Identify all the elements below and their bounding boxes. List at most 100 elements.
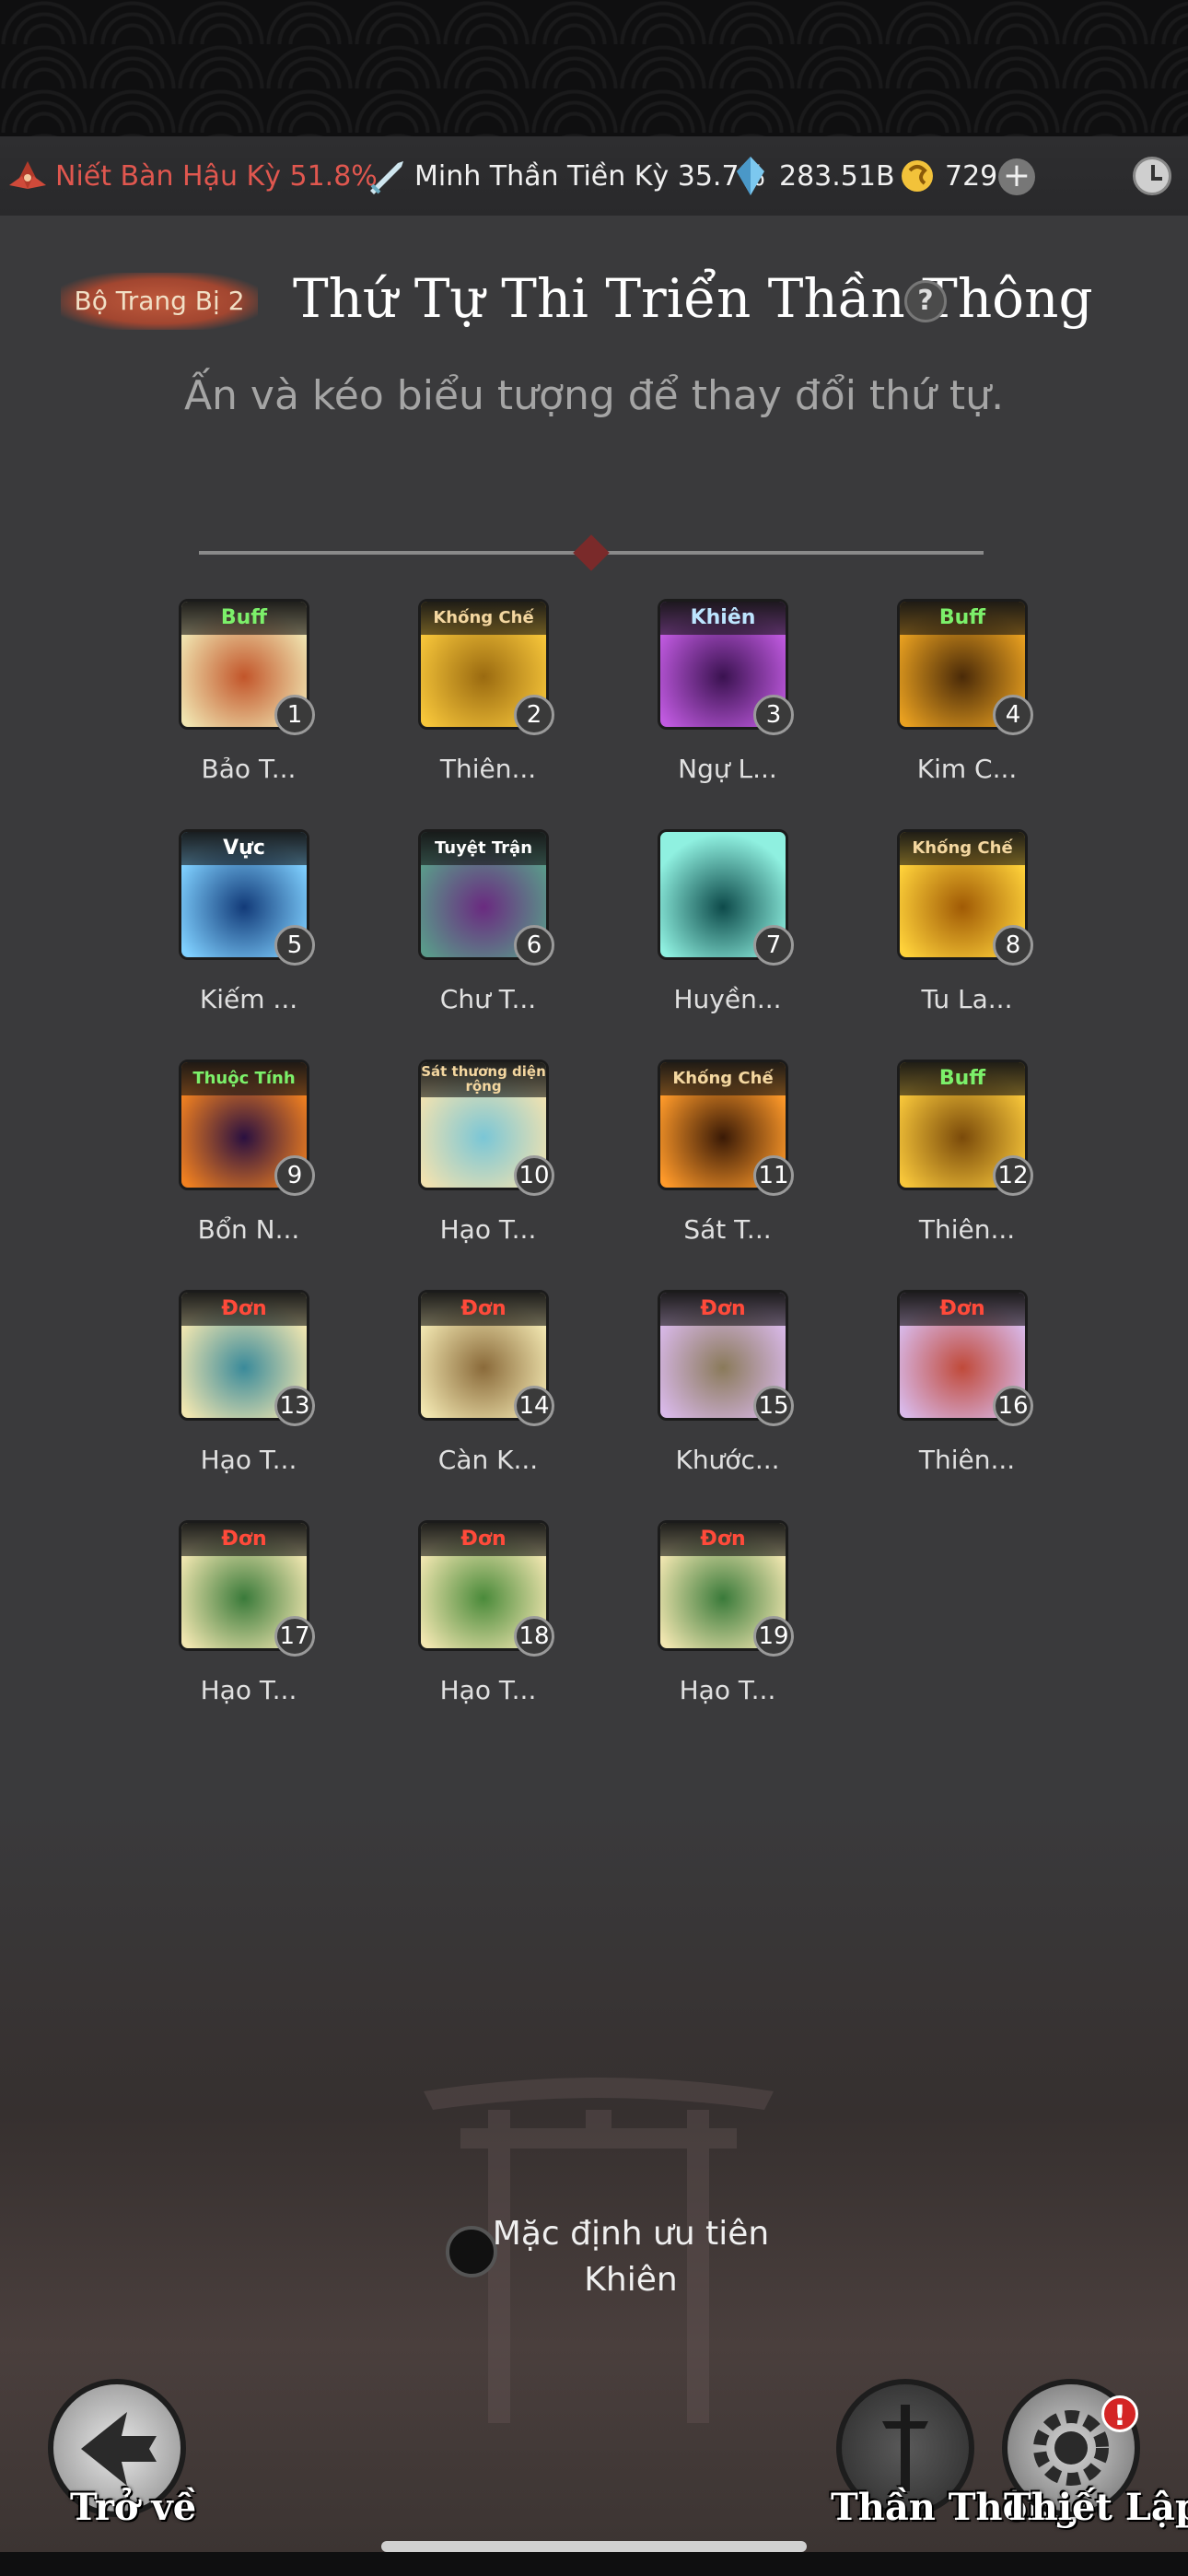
skill-slot[interactable]: Tuyệt Trận 6 Chư T... — [396, 822, 554, 1015]
skill-slot[interactable]: Đơn 15 Khước... — [635, 1282, 794, 1476]
skill-slot[interactable]: Buff 1 Bảo T... — [157, 591, 315, 785]
skill-name: Hạo T... — [679, 1675, 776, 1705]
skill-name: Khước... — [675, 1445, 780, 1475]
crystal-icon — [737, 157, 764, 195]
skill-slot[interactable]: Khống Chế 11 Sát T... — [635, 1052, 794, 1246]
skill-name: Ngự L... — [678, 754, 777, 784]
skill-slot[interactable]: Đơn 19 Hạo T... — [635, 1513, 794, 1706]
skill-type-tag: Đơn — [900, 1293, 1025, 1326]
skill-slot[interactable]: 7 Huyền... — [635, 822, 794, 1015]
skill-slot[interactable]: Khiên 3 Ngự L... — [635, 591, 794, 785]
clock-icon[interactable] — [1133, 157, 1171, 195]
coin-amount: 729 — [945, 159, 998, 193]
skill-name: Càn K... — [437, 1445, 539, 1475]
realm-secondary[interactable]: Minh Thần Tiền Kỳ 35.7% — [367, 158, 765, 194]
skill-type-tag: Vực — [181, 832, 307, 865]
skill-name: Tu La... — [921, 984, 1013, 1014]
skill-order-number: 18 — [514, 1616, 554, 1657]
skill-name: Bổn N... — [197, 1214, 300, 1245]
divider-ornament — [573, 534, 610, 571]
skill-type-tag: Đơn — [181, 1523, 307, 1556]
lotus-icon — [9, 161, 46, 189]
skill-type-tag: Đơn — [660, 1523, 786, 1556]
skill-slot[interactable]: Buff 12 Thiên... — [875, 1052, 1033, 1246]
skill-name: Thiên... — [918, 1214, 1016, 1245]
skill-order-number: 1 — [274, 695, 315, 735]
page-title: Thứ Tự Thi Triển Thần Thông — [293, 267, 1093, 330]
section-divider — [199, 534, 984, 571]
skill-name: Chư T... — [439, 984, 537, 1014]
skill-order-number: 15 — [753, 1386, 794, 1426]
skill-order-number: 8 — [993, 925, 1033, 966]
skill-order-number: 17 — [274, 1616, 315, 1657]
skill-name: Hạo T... — [439, 1214, 537, 1245]
skill-order-number: 10 — [514, 1155, 554, 1196]
skill-type-tag: Sát thương diện rộng — [421, 1062, 546, 1097]
skill-name: Hạo T... — [200, 1445, 297, 1475]
skill-slot[interactable]: Khống Chế 8 Tu La... — [875, 822, 1033, 1015]
spirit-coin-icon — [902, 160, 933, 192]
skill-slot[interactable]: Đơn 18 Hạo T... — [396, 1513, 554, 1706]
resource-bar: Niết Bàn Hậu Kỳ 51.8% Minh Thần Tiền Kỳ … — [0, 136, 1188, 216]
coin-counter[interactable]: 729 — [899, 158, 997, 194]
skill-type-tag: Khiên — [660, 602, 786, 635]
skill-order-number: 2 — [514, 695, 554, 735]
skill-name: Kim C... — [916, 754, 1018, 784]
skill-name: Thiên... — [439, 754, 537, 784]
skill-order-number: 3 — [753, 695, 794, 735]
skill-type-tag: Buff — [900, 602, 1025, 635]
skill-slot[interactable]: Đơn 13 Hạo T... — [157, 1282, 315, 1476]
skill-type-tag: Khống Chế — [660, 1062, 786, 1095]
skill-order-number: 6 — [514, 925, 554, 966]
skill-order-number: 9 — [274, 1155, 315, 1196]
skill-type-tag: Đơn — [421, 1293, 546, 1326]
equip-set-badge[interactable]: Bộ Trang Bị 2 — [61, 273, 258, 330]
skill-type-tag: Tuyệt Trận — [421, 832, 546, 865]
skill-type-tag: Đơn — [421, 1523, 546, 1556]
skill-name: Bảo T... — [201, 754, 297, 784]
default-priority-line1: Mặc định ưu tiên — [492, 2215, 770, 2253]
skill-type-tag: Khống Chế — [900, 832, 1025, 865]
bottom-strip — [0, 2552, 1188, 2576]
skill-slot[interactable]: Khống Chế 2 Thiên... — [396, 591, 554, 785]
skill-order-number: 7 — [753, 925, 794, 966]
skill-type-tag: Đơn — [660, 1293, 786, 1326]
skill-order-number: 12 — [993, 1155, 1033, 1196]
default-priority-line2: Khiên — [584, 2261, 678, 2299]
skill-slot[interactable]: Sát thương diện rộng 10 Hạo T... — [396, 1052, 554, 1246]
gem-counter[interactable]: 283.51B — [733, 155, 895, 197]
skill-type-tag: Khống Chế — [421, 602, 546, 635]
skill-type-tag: Buff — [181, 602, 307, 635]
skill-name: Sát T... — [683, 1214, 772, 1245]
skill-name: Kiếm ... — [199, 984, 298, 1014]
page-subtitle: Ấn và kéo biểu tượng để thay đổi thứ tự. — [183, 372, 1005, 419]
add-currency-button[interactable]: + — [998, 158, 1035, 195]
skill-slot[interactable]: Thuộc Tính 9 Bổn N... — [157, 1052, 315, 1246]
skill-order-number: 14 — [514, 1386, 554, 1426]
help-icon[interactable]: ? — [904, 280, 947, 322]
default-priority-text: Mặc định ưu tiên Khiên — [479, 2211, 783, 2303]
skill-order-number: 11 — [753, 1155, 794, 1196]
gem-amount: 283.51B — [779, 159, 895, 193]
skill-type-tag: Đơn — [181, 1293, 307, 1326]
skill-type-tag: Buff — [900, 1062, 1025, 1095]
skill-order-number: 13 — [274, 1386, 315, 1426]
realm-secondary-label: Minh Thần Tiền Kỳ 35.7% — [414, 159, 766, 193]
sword-icon — [370, 161, 403, 194]
back-button-label[interactable]: Trở về — [70, 2486, 196, 2529]
settings-alert-badge: ! — [1101, 2395, 1138, 2432]
skill-name: Thiên... — [918, 1445, 1016, 1475]
skill-slot[interactable]: Đơn 17 Hạo T... — [157, 1513, 315, 1706]
skill-name: Hạo T... — [439, 1675, 537, 1705]
skill-order-number: 19 — [753, 1616, 794, 1657]
skill-slot[interactable]: Đơn 14 Càn K... — [396, 1282, 554, 1476]
skill-slot[interactable]: Buff 4 Kim C... — [875, 591, 1033, 785]
skill-order-number: 5 — [274, 925, 315, 966]
skill-slot[interactable]: Vực 5 Kiếm ... — [157, 822, 315, 1015]
home-indicator[interactable] — [381, 2541, 807, 2552]
skill-name: Huyền... — [673, 984, 782, 1014]
skill-order-number: 4 — [993, 695, 1033, 735]
skill-slot[interactable]: Đơn 16 Thiên... — [875, 1282, 1033, 1476]
realm-primary[interactable]: Niết Bàn Hậu Kỳ 51.8% — [4, 158, 378, 194]
settings-button-label[interactable]: Thiết Lập — [1004, 2486, 1188, 2529]
